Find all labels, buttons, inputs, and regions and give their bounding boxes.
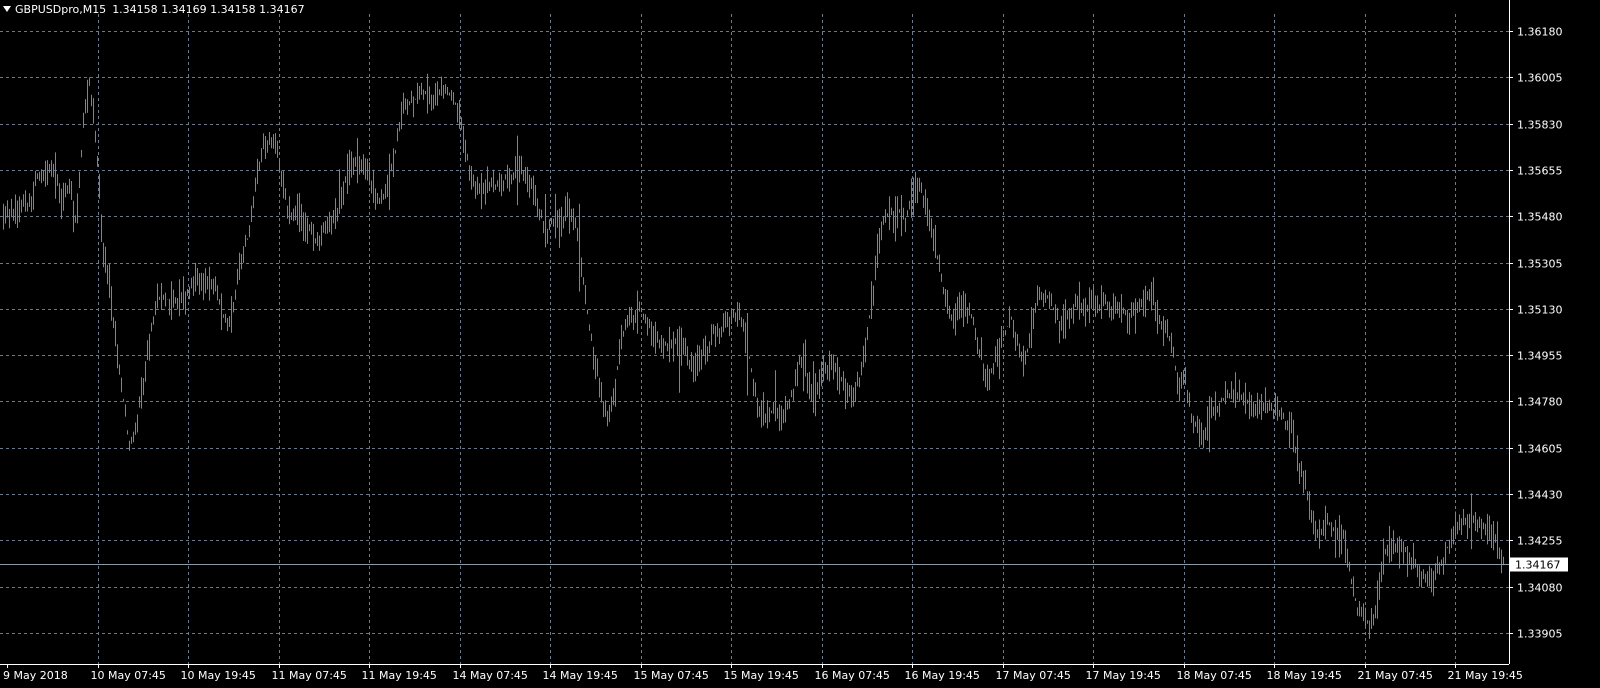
price-axis-label: 1.35480 [1517,211,1563,224]
price-axis-label: 1.34955 [1517,350,1563,363]
price-axis-label: 1.36005 [1517,72,1563,85]
time-axis-label: 21 May 19:45 [1448,669,1523,682]
price-axis-label: 1.35130 [1517,304,1563,317]
dropdown-triangle-icon[interactable] [3,6,11,12]
price-chart[interactable]: 1.36180 1.36005 1.35830 1.35655 1.35480 1.353… [0,0,1600,684]
chart-window[interactable]: GBPUSDpro,M15 1.34158 1.34169 1.34158 1.… [0,0,1600,684]
time-axis-label: 10 May 07:45 [91,669,166,682]
time-axis-label: 18 May 07:45 [1177,669,1252,682]
symbol-label: GBPUSDpro,M15 [15,2,107,16]
time-axis-label: 10 May 19:45 [181,669,256,682]
price-axis-label: 1.33905 [1517,628,1563,641]
time-axis-label: 16 May 07:45 [815,669,890,682]
time-axis-label: 11 May 07:45 [272,669,347,682]
time-axis-label: 11 May 19:45 [362,669,437,682]
time-axis-label: 15 May 07:45 [634,669,709,682]
time-axis-label: 17 May 19:45 [1086,669,1161,682]
time-axis-label: 14 May 07:45 [453,669,528,682]
chart-header: GBPUSDpro,M15 1.34158 1.34169 1.34158 1.… [3,1,305,17]
chart-background [0,0,1600,684]
price-axis-label: 1.35655 [1517,165,1563,178]
price-axis-label: 1.34605 [1517,443,1563,456]
ohlc-readout: 1.34158 1.34169 1.34158 1.34167 [112,2,305,16]
time-axis-label: 17 May 07:45 [996,669,1071,682]
time-axis-label: 21 May 07:45 [1358,669,1433,682]
time-axis-label: 9 May 2018 [3,669,68,682]
price-axis-label: 1.34080 [1517,582,1563,595]
price-axis-label: 1.34430 [1517,489,1563,502]
price-axis-label: 1.36180 [1517,26,1563,39]
current-price-label: 1.34167 [1515,559,1561,572]
time-axis-label: 18 May 19:45 [1267,669,1342,682]
price-axis-label: 1.34780 [1517,396,1563,409]
time-axis-label: 14 May 19:45 [543,669,618,682]
price-axis-label: 1.35830 [1517,119,1563,132]
time-axis-label: 15 May 19:45 [724,669,799,682]
price-axis-label: 1.34255 [1517,535,1563,548]
time-axis-label: 16 May 19:45 [905,669,980,682]
price-axis-label: 1.35305 [1517,258,1563,271]
